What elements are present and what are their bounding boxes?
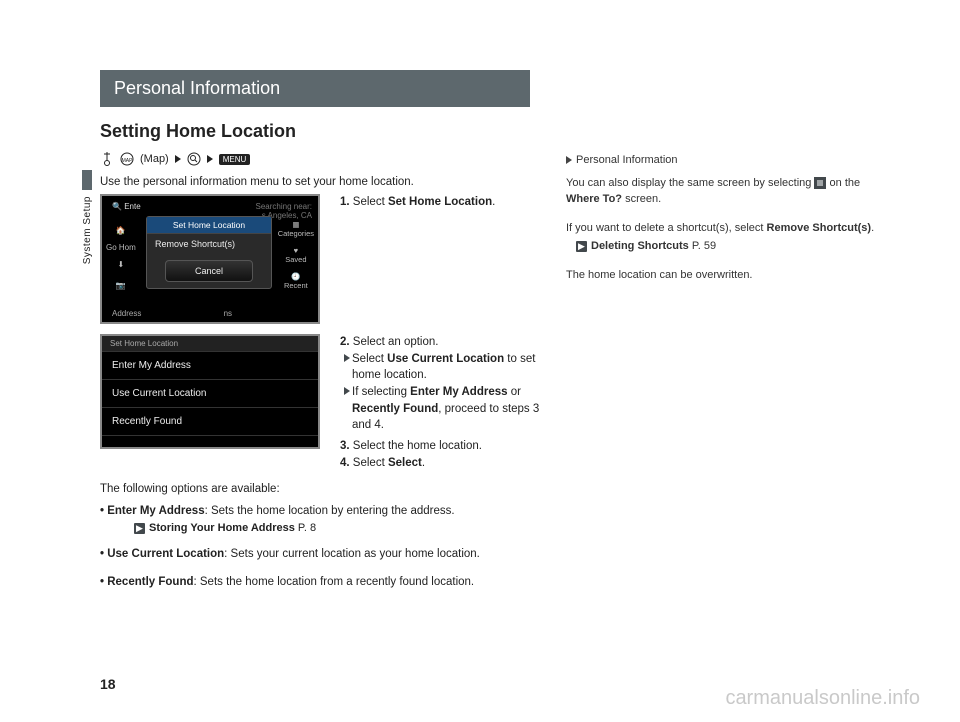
chapter-bar: Personal Information [100,70,530,107]
map-icon: MAP [120,152,134,166]
sidebar-p3: The home location can be overwritten. [566,267,876,284]
chevron-right-icon [207,155,213,163]
s2s1a: Select [352,353,387,365]
bullet-icon [344,387,350,395]
home-icon: 🏠 [116,226,126,235]
step3-text: Select the home location. [353,440,482,452]
step-4: 4. Select Select. [340,455,540,472]
svg-text:MAP: MAP [122,158,134,164]
down-arrow-icon: ⬇ [118,260,125,269]
step2-lead: Select an option. [353,336,439,348]
side-tab-accent [82,170,92,190]
p2xb: Deleting Shortcuts [591,240,689,252]
step-num: 1. [340,196,350,208]
photo-icon: 📷 [116,281,126,290]
categories-icon: ▦ [292,220,299,229]
step1-tail: . [492,196,495,208]
o2b: Use Current Location [107,548,224,560]
step4-bold: Select [388,457,422,469]
s2s2c: or [508,386,521,398]
step1-bold: Set Home Location [388,196,492,208]
xref-icon: ▶ [576,241,587,252]
p2xp: P. 59 [689,240,716,252]
opts-intro: The following options are available: [100,481,540,498]
s2s2a: If selecting [352,386,410,398]
saved-label: Saved [285,255,306,264]
step2-num: 2. [340,336,350,348]
section-title: Setting Home Location [100,121,900,142]
p1a: You can also display the same screen by … [566,177,814,189]
menu-chip: MENU [219,154,251,165]
sidebar-header-text: Personal Information [576,152,678,169]
o1t: : Sets the home location by entering the… [205,505,455,517]
step-1: 1. Select Set Home Location. [340,194,540,211]
popup-title: Set Home Location [147,217,271,233]
p1d: screen. [622,193,661,205]
p2c: . [871,222,874,234]
step4-tail: . [422,457,425,469]
o2t: : Sets your current location as your hom… [224,548,480,560]
step-3: 3. Select the home location. [340,438,540,455]
menu-bars-icon [814,177,826,189]
step1-text: Select [353,196,388,208]
popup-item-remove: Remove Shortcut(s) [147,233,271,254]
p1b: on the [826,177,860,189]
side-tab-label: System Setup [82,196,93,264]
xref-icon: ▶ [134,523,145,534]
go-home-label: Go Hom [106,243,136,252]
p2a: If you want to delete a shortcut(s), sel… [566,222,767,234]
map-label: (Map) [140,153,169,165]
step4-num: 4. [340,457,350,469]
heart-icon: ♥ [294,246,298,255]
s2-row-recently-found: Recently Found [102,408,318,436]
s2-row-use-current: Use Current Location [102,380,318,408]
s2-row-enter-address: Enter My Address [102,352,318,380]
clock-icon: 🕘 [291,272,300,281]
s2-titlebar: Set Home Location [102,336,318,352]
recent-label: Recent [284,281,308,290]
sidebar-header-icon [566,156,572,164]
breadcrumb-icons: MAP (Map) MENU [100,152,540,166]
categories-label: Categories [278,229,314,238]
o3b: Recently Found [107,576,193,588]
address-label: Address [112,309,141,318]
opt-recently-found: Recently Found: Sets the home location f… [100,574,540,591]
steering-icon [100,152,114,166]
page-content: Personal Information Setting Home Locati… [100,70,900,672]
sidebar-p2: If you want to delete a shortcut(s), sel… [566,220,876,237]
step4-texta: Select [353,457,388,469]
s1-searching-near: Searching near: [256,202,312,211]
s2s1b: Use Current Location [387,353,504,365]
s2s2b: Enter My Address [410,386,507,398]
o1xp: P. 8 [295,522,316,534]
sidebar-notes: Personal Information You can also displa… [566,152,876,601]
intro-text: Use the personal information menu to set… [100,176,540,188]
magnifier-icon [187,152,201,166]
options-block: The following options are available: Ent… [100,481,540,591]
p2b: Remove Shortcut(s) [767,222,872,234]
xref-deleting-shortcuts: ▶ Deleting Shortcuts P. 59 [576,238,876,255]
screenshot-home-options: Set Home Location Enter My Address Use C… [100,334,320,449]
page-number: 18 [100,676,116,692]
opt-use-current: Use Current Location: Sets your current … [100,546,540,563]
s2s2d: Recently Found [352,403,438,415]
bullet-icon [344,354,350,362]
screenshot-menu-popup: 🔍 Ente Searching near: s Angeles, CA 🏠 G… [100,194,320,324]
o1b: Enter My Address [107,505,204,517]
popup-menu: Set Home Location Remove Shortcut(s) Can… [146,216,272,289]
sidebar-p1: You can also display the same screen by … [566,175,876,208]
sidebar-header: Personal Information [566,152,876,169]
o3t: : Sets the home location from a recently… [194,576,475,588]
s1-search-text: Ente [124,202,140,211]
step-2: 2. Select an option. Select Use Current … [340,334,540,434]
p1c: Where To? [566,193,622,205]
xref-storing-home: ▶ Storing Your Home Address P. 8 [134,520,540,537]
step3-num: 3. [340,440,350,452]
opt-enter-my-address: Enter My Address: Sets the home location… [100,503,540,537]
chevron-right-icon [175,155,181,163]
cancel-button: Cancel [165,260,253,282]
ns-fragment: ns [224,309,232,318]
watermark: carmanualsonline.info [725,687,920,710]
o1xb: Storing Your Home Address [149,522,295,534]
